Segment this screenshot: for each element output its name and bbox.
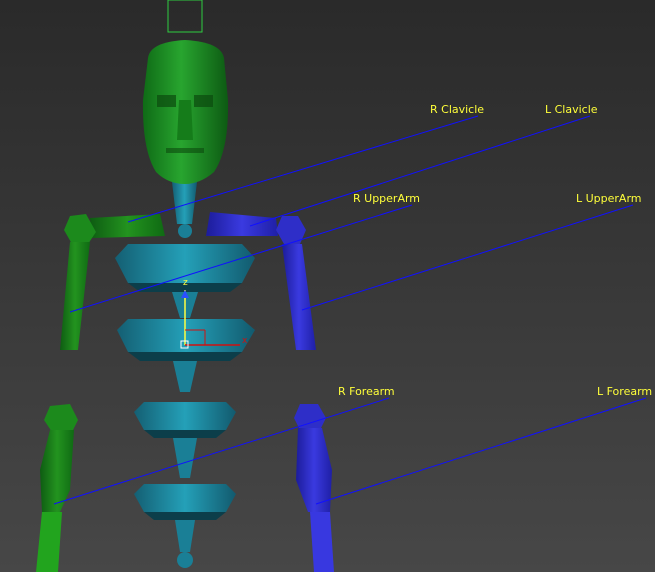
- head-bone[interactable]: [142, 40, 229, 184]
- l-hand-bone[interactable]: [310, 512, 334, 572]
- label-leader-lines: [53, 115, 647, 505]
- spine-bone-4[interactable]: [134, 484, 236, 568]
- l-clavicle-label: L Clavicle: [545, 103, 598, 116]
- r-upperarm-bone[interactable]: [60, 242, 90, 350]
- selection-box[interactable]: [167, 0, 203, 33]
- spine-bone-3[interactable]: [134, 402, 236, 478]
- l-upperarm-bone[interactable]: [282, 244, 316, 350]
- l-forearm-label: L Forearm: [597, 385, 653, 398]
- l-forearm-bone[interactable]: [296, 428, 332, 512]
- r-upperarm-label: R UpperArm: [353, 192, 421, 205]
- l-clavicle-bone[interactable]: [206, 212, 278, 236]
- gizmo-x-label: x: [242, 336, 248, 346]
- r-elbow-joint[interactable]: [44, 404, 78, 432]
- r-hand-bone[interactable]: [36, 512, 62, 572]
- r-clavicle-label: R Clavicle: [430, 103, 485, 116]
- neck-bone[interactable]: [172, 182, 197, 224]
- gizmo-z-label: z: [183, 278, 188, 288]
- r-forearm-label: R Forearm: [338, 385, 395, 398]
- biped-skeleton-scene[interactable]: z x: [0, 0, 655, 572]
- r-clavicle-bone[interactable]: [90, 214, 165, 238]
- 3d-viewport[interactable]: z x R Clavicle L Clavicle R UpperArm L U…: [0, 0, 655, 572]
- neck-joint[interactable]: [178, 224, 192, 238]
- l-upperarm-label: L UpperArm: [576, 192, 642, 205]
